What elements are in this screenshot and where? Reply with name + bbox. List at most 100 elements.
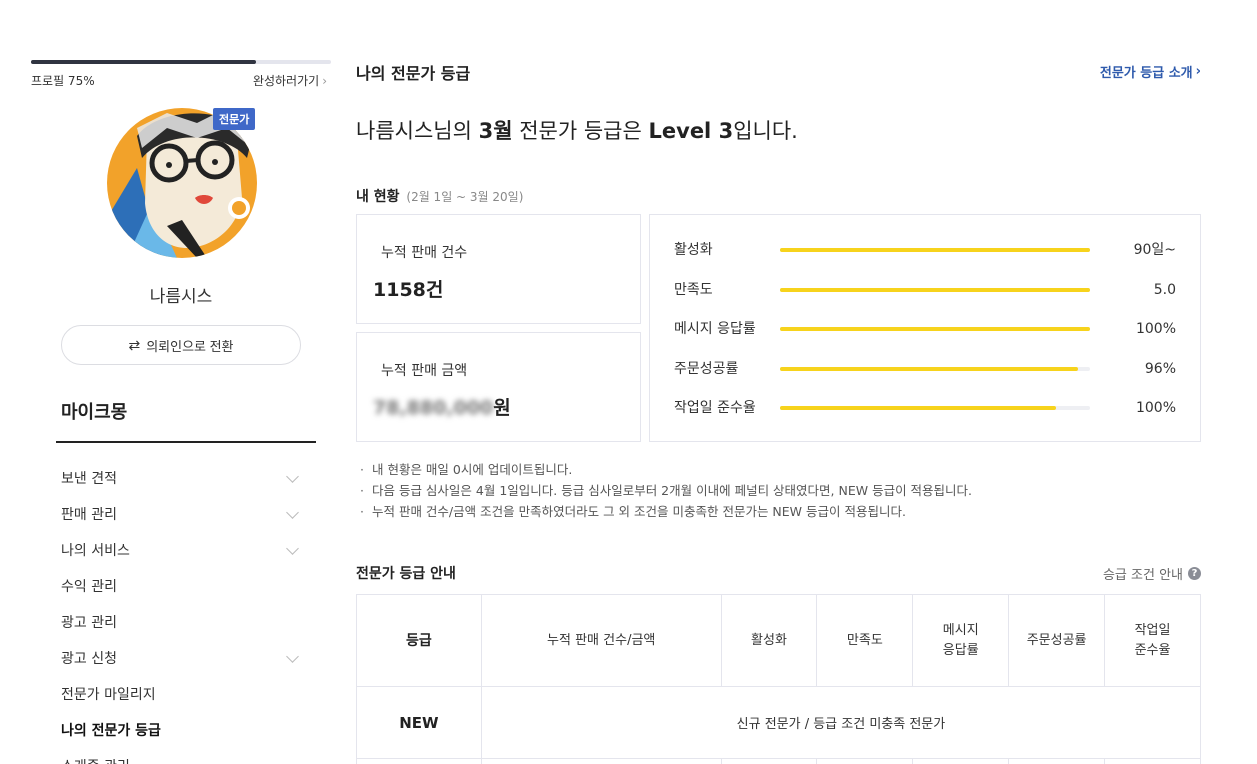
status-period: (2월 1일 ~ 3월 20일) [406, 190, 524, 204]
metric-value: 96% [1144, 360, 1176, 377]
chevron-down-icon [286, 469, 299, 483]
sidebar: 프로필 75% 완성하러가기 › 전문가 나름시스 ⇄ 의뢰인으로 전환 마이크… [31, 0, 331, 764]
metric-label: 활성화 [674, 242, 713, 258]
chevron-right-icon: › [322, 73, 327, 88]
page-title: 나의 전문가 등급 [356, 64, 471, 83]
sidebar-menu-item[interactable]: 소개증 관리 [61, 748, 301, 764]
metric-bar [780, 366, 1090, 371]
metric-label: 작업일 준수율 [674, 400, 756, 416]
grade-table-column-header: 만족도 [816, 594, 914, 687]
username: 나름시스 [149, 287, 213, 307]
headline-middle: 전문가 등급은 [512, 119, 649, 143]
cumulative-count-label: 누적 판매 건수 [381, 245, 468, 261]
metric-label: 메시지 응답률 [674, 321, 756, 337]
cumulative-amount-unit: 원 [493, 397, 511, 419]
metric-bar [780, 248, 1090, 252]
status-note: 내 현황은 매일 0시에 업데이트됩니다. [356, 459, 972, 480]
grade-table-row [356, 758, 1201, 764]
grade-guide-title: 전문가 등급 안내 [356, 566, 456, 582]
sidebar-menu-item[interactable]: 보낸 견적 [61, 460, 301, 496]
cumulative-count-card: 누적 판매 건수 1158건 [356, 214, 641, 324]
sidebar-menu-item[interactable]: 나의 전문가 등급 [61, 712, 301, 748]
sidebar-menu-item-label: 수익 관리 [61, 579, 117, 595]
cumulative-amount-masked: 78,880,000 [373, 397, 494, 419]
metric-row: 활성화 90일~ [650, 240, 1200, 260]
sidebar-menu-item-label: 광고 신청 [61, 651, 117, 667]
headline-level: Level 3 [648, 119, 734, 143]
headline-name: 나름시스님의 [356, 119, 479, 143]
chevron-down-icon [286, 541, 299, 555]
metric-bar [780, 406, 1090, 410]
sidebar-menu-item-label: 보낸 견적 [61, 471, 117, 487]
promotion-conditions-label: 승급 조건 안내 [1102, 568, 1183, 583]
avatar-illustration [107, 108, 257, 258]
grade-table-cell [1008, 758, 1106, 764]
status-title-label: 내 현황 [356, 189, 400, 205]
chevron-right-icon: › [1195, 64, 1201, 79]
metric-bar [780, 327, 1090, 331]
sidebar-menu-item-label: 나의 서비스 [61, 543, 130, 559]
sidebar-menu-item-label: 광고 관리 [61, 615, 117, 631]
grade-table-cell [1104, 758, 1201, 764]
metric-bar [780, 287, 1090, 292]
metric-bar-fill [780, 327, 1090, 331]
switch-to-client-label: 의뢰인으로 전환 [146, 338, 234, 354]
help-circle-icon: ? [1188, 567, 1201, 580]
metric-row: 작업일 준수율 100% [650, 398, 1200, 418]
metric-value: 100% [1135, 321, 1176, 337]
sidebar-menu-item[interactable]: 광고 관리 [61, 604, 301, 640]
grade-table-cell [912, 758, 1010, 764]
main-content: 나의 전문가 등급 전문가 등급 소개 › 나름시스님의 3월 전문가 등급은 … [356, 0, 1202, 764]
metric-row: 만족도 5.0 [650, 280, 1200, 300]
metric-value: 100% [1135, 400, 1176, 416]
sidebar-menu-item-label: 나의 전문가 등급 [61, 723, 161, 739]
metric-row: 메시지 응답률 100% [650, 319, 1200, 339]
metric-row: 주문성공률 96% [650, 359, 1200, 379]
grade-cell: NEW [356, 686, 482, 759]
status-note: 다음 등급 심사일은 4월 1일입니다. 등급 심사일로부터 2개월 이내에 페… [356, 480, 972, 501]
grade-table-column-header: 메시지 응답률 [912, 594, 1010, 687]
metric-bar-fill [780, 248, 1090, 252]
sidebar-menu: 보낸 견적판매 관리나의 서비스수익 관리광고 관리광고 신청전문가 마일리지나… [61, 460, 301, 764]
profile-progress-label: 프로필 75% [31, 74, 95, 88]
grade-table-column-header: 등급 [356, 594, 482, 687]
avatar[interactable] [107, 108, 257, 258]
sidebar-menu-item[interactable]: 광고 신청 [61, 640, 301, 676]
metric-label: 주문성공률 [674, 360, 739, 377]
grade-table-cell [816, 758, 914, 764]
complete-profile-link[interactable]: 완성하러가기 › [253, 72, 327, 89]
grade-table-column-header: 누적 판매 건수/금액 [480, 594, 722, 687]
grade-table-column-header: 작업일 준수율 [1104, 594, 1201, 687]
metric-bar-fill [780, 406, 1056, 410]
sidebar-menu-item[interactable]: 나의 서비스 [61, 532, 301, 568]
status-notes: 내 현황은 매일 0시에 업데이트됩니다.다음 등급 심사일은 4월 1일입니다… [356, 459, 972, 522]
swap-arrows-icon: ⇄ [128, 336, 141, 353]
status-title: 내 현황 (2월 1일 ~ 3월 20일) [356, 186, 523, 206]
metric-value: 5.0 [1153, 281, 1176, 298]
sidebar-menu-item-label: 판매 관리 [61, 507, 117, 523]
sidebar-menu-item[interactable]: 수익 관리 [61, 568, 301, 604]
metric-bar-fill [780, 287, 1090, 292]
profile-progress-bar [31, 60, 331, 64]
sidebar-menu-item-label: 전문가 마일리지 [61, 687, 156, 703]
grade-headline: 나름시스님의 3월 전문가 등급은 Level 3입니다. [356, 115, 798, 145]
grade-table-column-header: 주문성공률 [1008, 594, 1106, 687]
cumulative-amount-card: 누적 판매 금액 78,880,000원 [356, 332, 641, 442]
chevron-down-icon [286, 505, 299, 519]
chevron-down-icon [286, 649, 299, 663]
grade-intro-label: 전문가 등급 소개 [1099, 66, 1193, 81]
grade-table-row: NEW 신규 전문가 / 등급 조건 미충족 전문가 [356, 686, 1202, 759]
switch-to-client-button[interactable]: ⇄ 의뢰인으로 전환 [61, 325, 301, 365]
grade-intro-link[interactable]: 전문가 등급 소개 › [1100, 62, 1201, 81]
cumulative-amount-label: 누적 판매 금액 [381, 363, 468, 379]
metrics-card: 활성화 90일~ 만족도 5.0 메시지 응답률 100% 주문성공률 96% 작업일 준수율 1… [649, 214, 1201, 442]
complete-profile-label: 완성하러가기 [252, 74, 320, 88]
headline-month: 3월 [478, 119, 513, 143]
sidebar-menu-item[interactable]: 전문가 마일리지 [61, 676, 301, 712]
grade-table: 등급 누적 판매 건수/금액 활성화 만족도 메시지 응답률 주문성공률 작업일 준수율 NEW… [356, 594, 1202, 764]
promotion-conditions-link[interactable]: 승급 조건 안내 ? [1103, 564, 1201, 583]
shop-divider [56, 441, 316, 443]
sidebar-menu-item[interactable]: 판매 관리 [61, 496, 301, 532]
grade-table-cell [720, 758, 818, 764]
metric-bar-fill [780, 366, 1078, 371]
